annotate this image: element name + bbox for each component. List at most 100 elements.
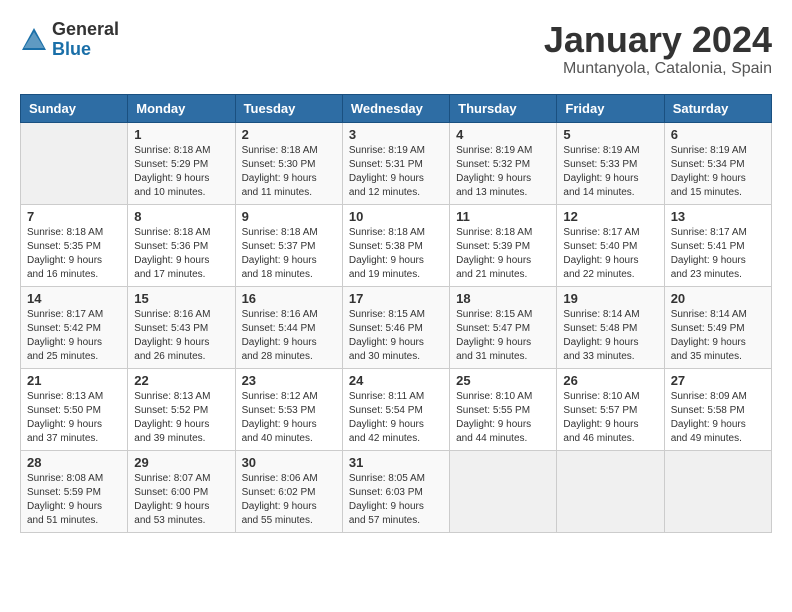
day-info: Sunrise: 8:18 AMSunset: 5:39 PMDaylight:…	[456, 226, 550, 282]
day-info: Sunrise: 8:17 AMSunset: 5:42 PMDaylight:…	[27, 308, 121, 364]
day-info: Sunrise: 8:19 AMSunset: 5:32 PMDaylight:…	[456, 144, 550, 200]
page-header: General Blue January 2024 Muntanyola, Ca…	[20, 20, 772, 78]
day-info: Sunrise: 8:14 AMSunset: 5:48 PMDaylight:…	[563, 308, 657, 364]
day-number: 29	[134, 455, 228, 470]
day-number: 23	[242, 373, 336, 388]
header-cell-monday: Monday	[128, 94, 235, 122]
day-info: Sunrise: 8:10 AMSunset: 5:55 PMDaylight:…	[456, 390, 550, 446]
day-cell: 28 Sunrise: 8:08 AMSunset: 5:59 PMDayligh…	[21, 450, 128, 532]
day-cell	[557, 450, 664, 532]
day-cell: 10Sunrise: 8:18 AMSunset: 5:38 PMDayligh…	[342, 204, 449, 286]
day-cell: 16 Sunrise: 8:16 AMSunset: 5:44 PMDayligh…	[235, 286, 342, 368]
day-number: 31	[349, 455, 443, 470]
day-info: Sunrise: 8:18 AMSunset: 5:37 PMDaylight:…	[242, 226, 336, 282]
day-number: 1	[134, 127, 228, 142]
title-block: January 2024 Muntanyola, Catalonia, Spai…	[544, 20, 772, 78]
day-cell: 23 Sunrise: 8:12 AMSunset: 5:53 PMDayligh…	[235, 368, 342, 450]
day-info: Sunrise: 8:19 AMSunset: 5:33 PMDaylight:…	[563, 144, 657, 200]
day-cell	[21, 122, 128, 204]
day-cell: 5 Sunrise: 8:19 AMSunset: 5:33 PMDaylight…	[557, 122, 664, 204]
day-cell: 15 Sunrise: 8:16 AMSunset: 5:43 PMDayligh…	[128, 286, 235, 368]
day-info: Sunrise: 8:11 AMSunset: 5:54 PMDaylight:…	[349, 390, 443, 446]
day-info: Sunrise: 8:13 AMSunset: 5:52 PMDaylight:…	[134, 390, 228, 446]
day-info: Sunrise: 8:08 AMSunset: 5:59 PMDaylight:…	[27, 472, 121, 528]
day-cell: 18 Sunrise: 8:15 AMSunset: 5:47 PMDayligh…	[450, 286, 557, 368]
day-number: 16	[242, 291, 336, 306]
day-info: Sunrise: 8:15 AMSunset: 5:46 PMDaylight:…	[349, 308, 443, 364]
day-info: Sunrise: 8:16 AMSunset: 5:44 PMDaylight:…	[242, 308, 336, 364]
day-cell: 7 Sunrise: 8:18 AMSunset: 5:35 PMDaylight…	[21, 204, 128, 286]
day-cell: 17 Sunrise: 8:15 AMSunset: 5:46 PMDayligh…	[342, 286, 449, 368]
day-cell: 21Sunrise: 8:13 AMSunset: 5:50 PMDayligh…	[21, 368, 128, 450]
week-row-1: 1 Sunrise: 8:18 AMSunset: 5:29 PMDaylight…	[21, 122, 772, 204]
day-number: 28	[27, 455, 121, 470]
day-info: Sunrise: 8:18 AMSunset: 5:30 PMDaylight:…	[242, 144, 336, 200]
day-number: 25	[456, 373, 550, 388]
day-cell: 13Sunrise: 8:17 AMSunset: 5:41 PMDayligh…	[664, 204, 771, 286]
day-cell: 11 Sunrise: 8:18 AMSunset: 5:39 PMDayligh…	[450, 204, 557, 286]
calendar-title: January 2024	[544, 20, 772, 60]
day-number: 18	[456, 291, 550, 306]
day-cell: 12 Sunrise: 8:17 AMSunset: 5:40 PMDayligh…	[557, 204, 664, 286]
day-cell: 26Sunrise: 8:10 AMSunset: 5:57 PMDayligh…	[557, 368, 664, 450]
day-info: Sunrise: 8:07 AMSunset: 6:00 PMDaylight:…	[134, 472, 228, 528]
header-cell-sunday: Sunday	[21, 94, 128, 122]
logo-icon	[20, 26, 48, 54]
day-number: 3	[349, 127, 443, 142]
day-cell	[664, 450, 771, 532]
day-cell: 4 Sunrise: 8:19 AMSunset: 5:32 PMDaylight…	[450, 122, 557, 204]
header-cell-tuesday: Tuesday	[235, 94, 342, 122]
day-number: 22	[134, 373, 228, 388]
calendar-subtitle: Muntanyola, Catalonia, Spain	[544, 60, 772, 78]
day-info: Sunrise: 8:17 AMSunset: 5:40 PMDaylight:…	[563, 226, 657, 282]
day-cell: 30Sunrise: 8:06 AMSunset: 6:02 PMDayligh…	[235, 450, 342, 532]
day-cell: 31 Sunrise: 8:05 AMSunset: 6:03 PMDayligh…	[342, 450, 449, 532]
week-row-3: 14 Sunrise: 8:17 AMSunset: 5:42 PMDayligh…	[21, 286, 772, 368]
day-number: 24	[349, 373, 443, 388]
day-number: 2	[242, 127, 336, 142]
day-info: Sunrise: 8:09 AMSunset: 5:58 PMDaylight:…	[671, 390, 765, 446]
day-number: 7	[27, 209, 121, 224]
header-cell-thursday: Thursday	[450, 94, 557, 122]
day-cell: 22 Sunrise: 8:13 AMSunset: 5:52 PMDayligh…	[128, 368, 235, 450]
day-info: Sunrise: 8:19 AMSunset: 5:31 PMDaylight:…	[349, 144, 443, 200]
logo-text: General Blue	[52, 20, 119, 60]
day-cell: 6Sunrise: 8:19 AMSunset: 5:34 PMDaylight…	[664, 122, 771, 204]
day-info: Sunrise: 8:18 AMSunset: 5:35 PMDaylight:…	[27, 226, 121, 282]
day-cell: 24 Sunrise: 8:11 AMSunset: 5:54 PMDayligh…	[342, 368, 449, 450]
week-row-2: 7 Sunrise: 8:18 AMSunset: 5:35 PMDaylight…	[21, 204, 772, 286]
header-row: SundayMondayTuesdayWednesdayThursdayFrid…	[21, 94, 772, 122]
day-number: 26	[563, 373, 657, 388]
day-number: 4	[456, 127, 550, 142]
day-cell: 20 Sunrise: 8:14 AMSunset: 5:49 PMDayligh…	[664, 286, 771, 368]
day-info: Sunrise: 8:16 AMSunset: 5:43 PMDaylight:…	[134, 308, 228, 364]
day-cell: 9Sunrise: 8:18 AMSunset: 5:37 PMDaylight…	[235, 204, 342, 286]
day-number: 27	[671, 373, 765, 388]
day-number: 12	[563, 209, 657, 224]
header-cell-wednesday: Wednesday	[342, 94, 449, 122]
day-info: Sunrise: 8:12 AMSunset: 5:53 PMDaylight:…	[242, 390, 336, 446]
day-number: 11	[456, 209, 550, 224]
week-row-4: 21Sunrise: 8:13 AMSunset: 5:50 PMDayligh…	[21, 368, 772, 450]
day-info: Sunrise: 8:15 AMSunset: 5:47 PMDaylight:…	[456, 308, 550, 364]
day-number: 15	[134, 291, 228, 306]
day-number: 20	[671, 291, 765, 306]
day-number: 10	[349, 209, 443, 224]
day-number: 14	[27, 291, 121, 306]
day-number: 30	[242, 455, 336, 470]
day-info: Sunrise: 8:18 AMSunset: 5:29 PMDaylight:…	[134, 144, 228, 200]
day-info: Sunrise: 8:14 AMSunset: 5:49 PMDaylight:…	[671, 308, 765, 364]
day-cell: 14 Sunrise: 8:17 AMSunset: 5:42 PMDayligh…	[21, 286, 128, 368]
logo-blue-text: Blue	[52, 40, 119, 60]
day-number: 6	[671, 127, 765, 142]
day-number: 8	[134, 209, 228, 224]
day-number: 5	[563, 127, 657, 142]
day-cell: 3 Sunrise: 8:19 AMSunset: 5:31 PMDaylight…	[342, 122, 449, 204]
header-cell-saturday: Saturday	[664, 94, 771, 122]
day-info: Sunrise: 8:13 AMSunset: 5:50 PMDaylight:…	[27, 390, 121, 446]
day-cell: 2 Sunrise: 8:18 AMSunset: 5:30 PMDaylight…	[235, 122, 342, 204]
day-info: Sunrise: 8:05 AMSunset: 6:03 PMDaylight:…	[349, 472, 443, 528]
day-cell: 25 Sunrise: 8:10 AMSunset: 5:55 PMDayligh…	[450, 368, 557, 450]
day-number: 17	[349, 291, 443, 306]
logo: General Blue	[20, 20, 119, 60]
